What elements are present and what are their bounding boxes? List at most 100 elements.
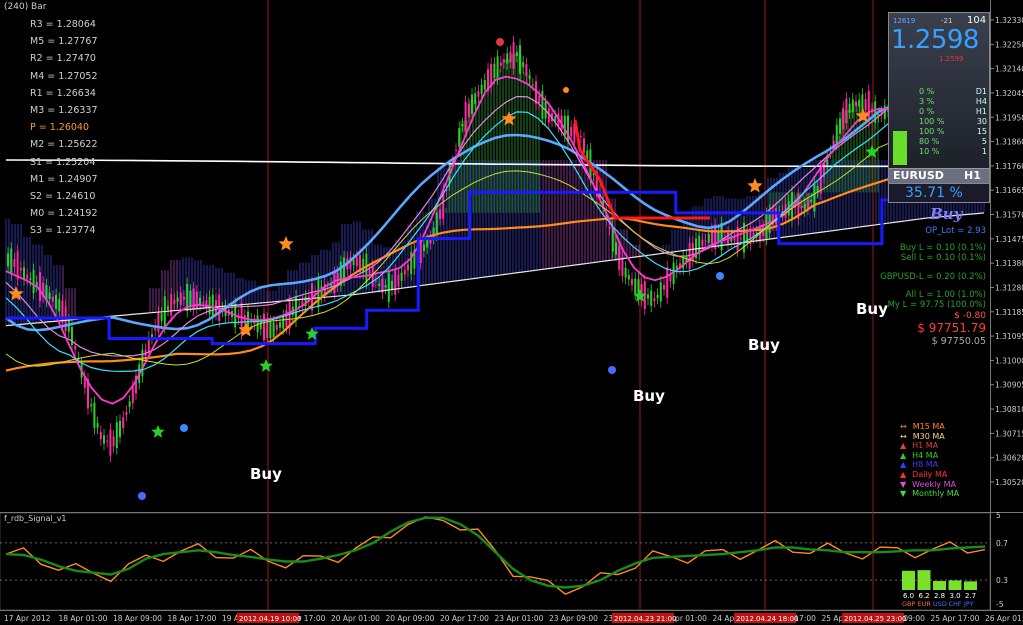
candle-body (375, 280, 377, 282)
candle-body (183, 296, 185, 300)
blue-burst-icon (716, 272, 724, 280)
candle-body (845, 98, 848, 124)
candle-body (96, 423, 99, 428)
candle-body (170, 294, 173, 316)
my-lot: My L = 97.75 (100.0%) (887, 300, 986, 310)
currency-strength-bar (917, 570, 931, 590)
pivot-level: S3 = 1.23774 (30, 225, 96, 237)
candle-body (647, 294, 649, 299)
gbp-lot: GBPUSD-L = 0.20 (0.2%) (880, 272, 986, 282)
candle-body (519, 45, 521, 74)
legend-label: M30 MA (912, 431, 945, 441)
legend-marker-icon: ↔ (900, 431, 907, 441)
candle-body (423, 244, 425, 252)
candle-body (39, 272, 41, 302)
x-tick-label: 20 Apr 17:00 (440, 614, 489, 623)
ma-legend: ↔ M15 MA ↔ M30 MA ▲ H1 MA ▲ H4 MA ▲ H8 MA ▲ Daily M… (900, 422, 959, 499)
candle-body (525, 64, 528, 77)
panel-symbol: EURUSD (893, 169, 944, 182)
currency-value-label: 2.7 (965, 592, 976, 600)
candle-body (119, 420, 121, 438)
candle-body (403, 269, 406, 275)
blue-burst-icon (180, 424, 188, 432)
timeframe-row: 100 % 30 (919, 117, 987, 127)
candle-body (391, 280, 393, 290)
candle-body (714, 224, 717, 250)
candle-body (10, 248, 13, 275)
candle-body (352, 259, 355, 265)
candle-body (515, 51, 518, 57)
currency-strength-bar (964, 581, 977, 590)
candle-body (554, 116, 557, 122)
candle-body (835, 124, 838, 144)
pivot-level: M4 = 1.27052 (30, 70, 98, 82)
candle-body (531, 84, 534, 86)
candle-body (858, 99, 861, 107)
legend-marker-icon: ▲ (900, 441, 907, 451)
legend-entry: ▲ Daily MA (900, 470, 959, 480)
legend-entry: ▼ Monthly MA (900, 489, 959, 499)
legend-label: H1 MA (912, 441, 939, 451)
x-tick-label: 18 Apr 01:00 (59, 614, 108, 623)
currency-strength-bar (902, 570, 915, 590)
pivot-level: P = 1.26040 (30, 122, 90, 134)
candle-body (522, 62, 525, 68)
indicator-level-label: 5 (996, 511, 1001, 520)
legend-label: Monthly MA (912, 489, 960, 499)
legend-label: H4 MA (912, 450, 939, 460)
x-highlight-label: 2012.04.19 10:00 (239, 615, 301, 623)
timeframe-pct: 10 % (919, 147, 940, 156)
y-tick-label: 1.30520 (995, 478, 1023, 487)
x-highlight-label: 2012.04.24 18:00 (736, 615, 798, 623)
candle-body (663, 284, 665, 290)
candle-body (189, 290, 192, 306)
currency-name-label: GBP (902, 600, 915, 608)
candle-body (128, 401, 131, 407)
candle-body (435, 212, 438, 235)
pivot-level: R1 = 1.26634 (30, 87, 96, 99)
candle-body (867, 90, 870, 122)
indicator-level-label: -5 (996, 600, 1004, 609)
x-tick-label: 18 Apr 17:00 (168, 614, 217, 623)
strength-block (893, 131, 907, 165)
candle-body (19, 267, 22, 271)
timeframe-row: 0 % H1 (919, 107, 987, 117)
candle-body (263, 313, 265, 341)
timeframe-row: 3 % H4 (919, 97, 987, 107)
candle-body (167, 306, 169, 310)
y-tick-label: 1.31380 (995, 259, 1023, 268)
balance: $ 97750.05 (931, 336, 986, 347)
candle-body (656, 294, 659, 298)
pivot-levels: R3 = 1.28064 M5 = 1.27767 R2 = 1.27470 M4 =… (30, 16, 98, 240)
candle-body (394, 270, 397, 295)
chart-window: 1.32330 1.32250 1.32140 1.32045 1.31950 1.318… (0, 0, 1023, 625)
candle-body (631, 278, 633, 286)
legend-marker-icon: ▼ (900, 479, 907, 489)
candle-body (512, 42, 515, 69)
indicator-level-label: 0.7 (996, 539, 1008, 548)
candle-body (666, 267, 669, 298)
candle-body (864, 99, 867, 111)
red-dot-icon (496, 38, 504, 46)
candle-body (624, 267, 627, 278)
candle-body (384, 285, 387, 288)
buy-lot: Buy L = 0.10 (0.1%) (899, 243, 986, 253)
strength-value: 35.71 % (905, 185, 963, 201)
op-lot: OP_Lot = 2.93 (925, 226, 986, 236)
pivot-level: S1 = 1.25204 (30, 156, 96, 168)
candle-body (387, 272, 390, 302)
buy-label-1: Buy (250, 465, 282, 483)
pivot-level: M5 = 1.27767 (30, 36, 98, 48)
candle-body (55, 295, 57, 310)
candle-body (48, 292, 51, 300)
candle-body (23, 267, 25, 279)
x-tick-label: 18 Apr 09:00 (113, 614, 162, 623)
candle-body (653, 298, 656, 302)
pivot-level: R2 = 1.27470 (30, 53, 96, 65)
candle-body (707, 233, 710, 243)
legend-label: Weekly MA (912, 479, 956, 489)
buy-label-4: Buy (856, 300, 888, 318)
currency-value-label: 6.2 (919, 592, 930, 600)
candle-body (106, 440, 109, 442)
orange-dot-icon (563, 87, 569, 93)
